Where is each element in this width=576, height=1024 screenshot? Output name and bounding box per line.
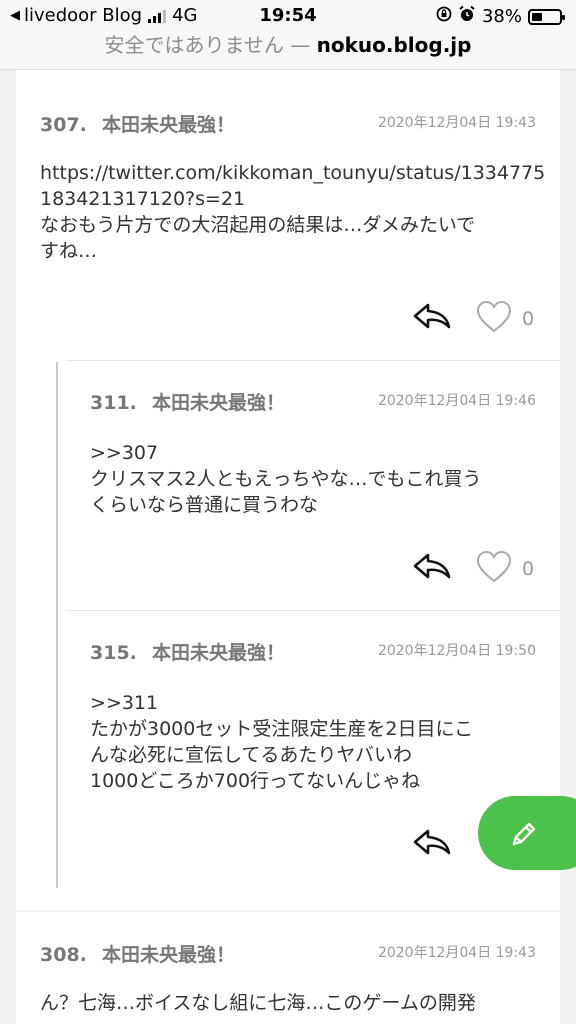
comment-date: 2020年12月04日 19:46: [377, 393, 536, 409]
url-domain: nokuo.blog.jp: [316, 33, 472, 57]
comment-line: たかが3000セット受注限定生産を2日目にこ: [90, 718, 474, 740]
comment-315: 315. 本田未央最強！ 2020年12月04日 19:50 >>311 たかが…: [90, 638, 536, 808]
commenter-name: 本田未央最強！: [101, 944, 235, 966]
comment-body: >>311 たかが3000セット受注限定生産を2日目にこ んな必死に宣伝してるあ…: [90, 690, 473, 794]
reply-arrow-icon[interactable]: [412, 828, 452, 858]
comment-line: なおもう片方での大沼起用の結果は…ダメみたいで: [40, 214, 476, 236]
reply-arrow-icon[interactable]: [412, 302, 452, 332]
address-bar[interactable]: 安全ではありません — nokuo.blog.jp: [0, 30, 576, 70]
comment-anchor-link[interactable]: >>311: [90, 690, 473, 716]
comment-card: 308. 本田未央最強！ 2020年12月04日 19:43 ん？七海…ボイスな…: [16, 912, 560, 1024]
comment-link-cont[interactable]: 183421317120?s=21: [40, 186, 545, 212]
comment-anchor-link[interactable]: >>307: [90, 440, 482, 466]
comment-308: 308. 本田未央最強！ 2020年12月04日 19:43 ん？七海…ボイスな…: [40, 940, 536, 1024]
comment-line: ん？七海…ボイスなし組に七海…このゲームの開発: [40, 992, 476, 1014]
comment-date: 2020年12月04日 19:50: [377, 643, 536, 659]
comment-body: >>307 クリスマス2人ともえっちやな…でもこれ買う くらいなら普通に買うわな: [90, 440, 482, 518]
comment-number: 315.: [90, 642, 137, 664]
comment-body: https://twitter.com/kikkoman_tounyu/stat…: [40, 160, 545, 264]
battery-percent: 38%: [481, 6, 522, 27]
comment-link[interactable]: https://twitter.com/kikkoman_tounyu/stat…: [40, 160, 545, 186]
comment-date: 2020年12月04日 19:43: [377, 115, 536, 131]
heart-outline-icon[interactable]: [476, 300, 512, 334]
like-count: 0: [522, 558, 535, 580]
comment-date: 2020年12月04日 19:43: [377, 945, 536, 961]
comment-line: クリスマス2人ともえっちやな…でもこれ買う: [90, 468, 482, 490]
comment-line: んな必死に宣伝してるあたりヤバいわ: [90, 744, 413, 766]
reply-thread-line: [56, 362, 58, 888]
divider: [66, 610, 560, 611]
comment-307: 307. 本田未央最強！ 2020年12月04日 19:43 https://t…: [40, 110, 545, 380]
comment-thread: 307. 本田未央最強！ 2020年12月04日 19:43 https://t…: [16, 70, 560, 910]
commenter-name: 本田未央最強！: [101, 114, 235, 136]
comment-line: くらいなら普通に買うわな: [90, 494, 319, 516]
like-count: 0: [522, 308, 535, 330]
battery-icon: [528, 8, 565, 25]
reply-arrow-icon[interactable]: [412, 552, 452, 582]
status-bar: ◀ livedoor Blog 4G 19:54 38%: [0, 0, 576, 32]
divider: [66, 360, 560, 361]
comment-body: ん？七海…ボイスなし組に七海…このゲームの開発: [40, 990, 476, 1016]
pencil-icon: [512, 822, 536, 846]
commenter-name: 本田未央最強！: [151, 392, 285, 414]
comment-number: 308.: [40, 944, 87, 966]
comment-311: 311. 本田未央最強！ 2020年12月04日 19:46 >>307 クリス…: [90, 388, 536, 528]
rotation-lock-icon: [436, 6, 452, 27]
comment-number: 307.: [40, 114, 87, 136]
heart-outline-icon[interactable]: [476, 550, 512, 584]
alarm-icon: [458, 5, 476, 28]
not-secure-label: 安全ではありません —: [104, 33, 311, 57]
comment-number: 311.: [90, 392, 137, 414]
commenter-name: 本田未央最強！: [151, 642, 285, 664]
comment-line: すね…: [40, 240, 98, 262]
comment-line: 1000どころか700行ってないんじゃね: [90, 770, 421, 792]
compose-comment-button[interactable]: [478, 796, 576, 870]
